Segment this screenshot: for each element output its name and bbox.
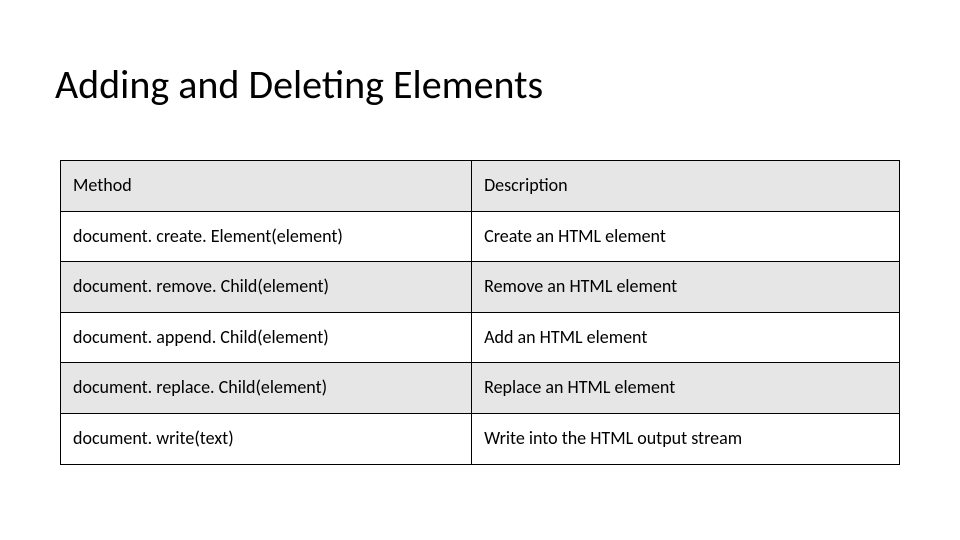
cell-description: Replace an HTML element xyxy=(472,363,900,414)
cell-method: document. remove. Child(element) xyxy=(61,262,472,313)
table-row: document. remove. Child(element) Remove … xyxy=(61,262,900,313)
cell-description: Create an HTML element xyxy=(472,211,900,262)
table-header-description: Description xyxy=(472,161,900,212)
cell-method: document. create. Element(element) xyxy=(61,211,472,262)
methods-table-container: Method Description document. create. Ele… xyxy=(60,160,900,465)
cell-method: document. write(text) xyxy=(61,413,472,464)
table-row: document. write(text) Write into the HTM… xyxy=(61,413,900,464)
table-row: document. replace. Child(element) Replac… xyxy=(61,363,900,414)
page-title: Adding and Deleting Elements xyxy=(55,60,543,109)
cell-description: Add an HTML element xyxy=(472,312,900,363)
cell-method: document. append. Child(element) xyxy=(61,312,472,363)
table-header-method: Method xyxy=(61,161,472,212)
table-header-row: Method Description xyxy=(61,161,900,212)
table-row: document. append. Child(element) Add an … xyxy=(61,312,900,363)
cell-description: Write into the HTML output stream xyxy=(472,413,900,464)
cell-description: Remove an HTML element xyxy=(472,262,900,313)
table-row: document. create. Element(element) Creat… xyxy=(61,211,900,262)
methods-table: Method Description document. create. Ele… xyxy=(60,160,900,465)
cell-method: document. replace. Child(element) xyxy=(61,363,472,414)
slide: Adding and Deleting Elements Method Desc… xyxy=(0,0,960,540)
